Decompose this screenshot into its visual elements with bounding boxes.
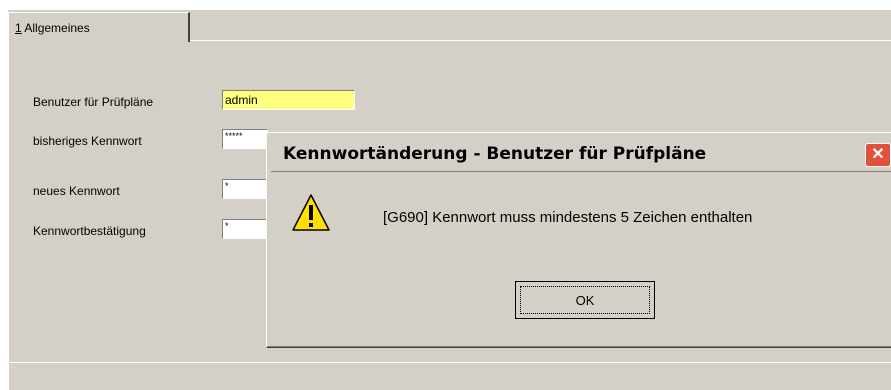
user-field[interactable]: admin bbox=[222, 90, 355, 110]
new-password-field[interactable]: * bbox=[222, 179, 268, 199]
tab-allgemeines[interactable]: 1 Allgemeines bbox=[8, 12, 190, 42]
panel-divider bbox=[8, 362, 891, 363]
old-password-label: bisheriges Kennwort bbox=[33, 134, 142, 148]
ok-button-label: OK bbox=[520, 286, 650, 314]
confirm-password-label: Kennwortbestätigung bbox=[33, 224, 146, 238]
dialog-message: [G690] Kennwort muss mindestens 5 Zeiche… bbox=[383, 209, 753, 226]
ok-button[interactable]: OK bbox=[515, 281, 655, 319]
old-password-field[interactable]: ***** bbox=[222, 129, 268, 149]
titlebar-separator bbox=[271, 171, 891, 172]
new-password-label: neues Kennwort bbox=[33, 184, 120, 198]
close-button[interactable]: ✕ bbox=[865, 143, 891, 167]
tab-label: 1 Allgemeines bbox=[15, 21, 90, 35]
tab-label-text: Allgemeines bbox=[21, 21, 90, 35]
message-dialog: Kennwortänderung - Benutzer für Prüfplän… bbox=[266, 132, 891, 348]
tab-accelerator: 1 bbox=[15, 21, 22, 35]
warning-icon bbox=[291, 193, 331, 236]
user-label: Benutzer für Prüfpläne bbox=[33, 95, 154, 109]
confirm-password-field[interactable]: * bbox=[222, 219, 268, 239]
dialog-title: Kennwortänderung - Benutzer für Prüfplän… bbox=[283, 144, 707, 164]
dialog-titlebar[interactable]: Kennwortänderung - Benutzer für Prüfplän… bbox=[271, 137, 891, 169]
close-icon: ✕ bbox=[871, 146, 885, 163]
